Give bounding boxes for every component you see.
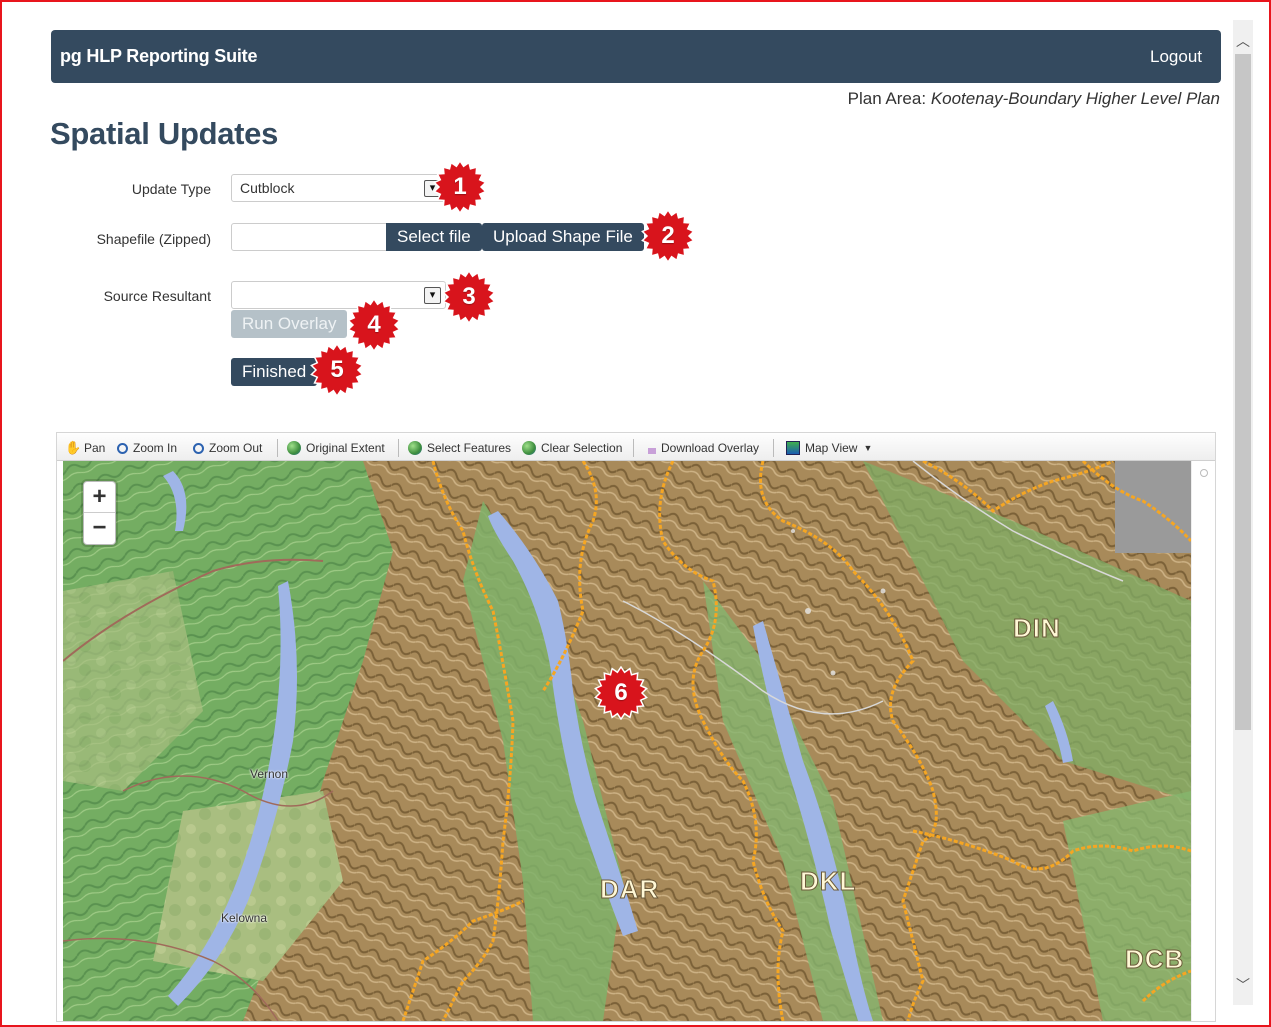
step-badge-3: 3 [442,270,496,324]
clear-selection-label: Clear Selection [541,441,623,455]
toolbar-separator [633,439,634,457]
pan-tool[interactable]: ✋ Pan [65,440,106,456]
globe-icon [522,441,536,455]
shapefile-input[interactable] [231,223,387,251]
region-label-dar: DAR [599,874,660,905]
update-type-select[interactable]: Cutblock ▾ [231,174,446,202]
original-extent-tool[interactable]: Original Extent [287,441,385,455]
zoom-out-tool[interactable]: Zoom Out [193,441,262,455]
navbar: pg HLP Reporting Suite Logout [51,30,1221,83]
map-canvas[interactable]: + − DIN DAR DKL DCB Vernon Kelowna 6 [63,461,1191,1021]
region-label-din: DIN [1013,613,1061,644]
city-label-vernon: Vernon [250,767,289,781]
select-features-label: Select Features [427,441,512,455]
map-zoom-in-button[interactable]: + [84,482,115,513]
toolbar-separator [277,439,278,457]
terrain-layer [63,461,1191,1021]
download-overlay-tool[interactable]: Download Overlay [648,441,759,455]
map-zoom-out-button[interactable]: − [84,513,115,544]
page-title: Spatial Updates [50,116,279,151]
upload-shape-file-button[interactable]: Upload Shape File [482,223,644,251]
source-resultant-select[interactable]: ▾ [231,281,446,309]
map-view-icon [786,441,800,455]
badge-number: 6 [614,679,628,706]
step-badge-2: 2 [641,209,695,263]
zoom-out-label: Zoom Out [209,441,263,455]
select-features-tool[interactable]: Select Features [408,441,511,455]
download-icon [648,448,656,454]
badge-number: 2 [661,222,675,249]
source-resultant-label: Source Resultant [103,288,211,304]
logout-link[interactable]: Logout [1150,47,1202,67]
zoom-in-label: Zoom In [133,441,178,455]
hand-icon: ✋ [65,440,82,455]
toolbar-separator [773,439,774,457]
globe-icon [287,441,301,455]
scroll-indicator-icon [1200,469,1208,477]
update-type-label: Update Type [131,181,211,197]
map-view-dropdown[interactable]: Map View ▼ [786,441,872,455]
region-label-dkl: DKL [799,866,857,897]
clear-selection-tool[interactable]: Clear Selection [522,441,622,455]
zoom-out-icon [193,442,204,454]
chevron-down-icon: ▾ [424,287,441,304]
shapefile-label: Shapefile (Zipped) [96,231,211,247]
brand-title[interactable]: pg HLP Reporting Suite [60,46,257,67]
plan-area: Plan Area: Kootenay-Boundary Higher Leve… [848,89,1220,109]
chevron-down-icon: ▼ [863,443,873,453]
select-file-button[interactable]: Select file [386,223,482,251]
plan-area-label: Plan Area: [847,89,927,108]
page-scrollbar[interactable]: ︿ ﹀ [1233,20,1253,1005]
badge-number: 5 [330,356,344,383]
map-scrollbar[interactable] [1191,461,1213,1021]
original-extent-label: Original Extent [306,441,385,455]
map-view-label: Map View [805,441,858,455]
zoom-in-tool[interactable]: Zoom In [117,441,177,455]
city-label-kelowna: Kelowna [221,911,268,925]
plan-area-value: Kootenay-Boundary Higher Level Plan [930,89,1220,108]
badge-number: 1 [453,173,467,200]
pan-label: Pan [84,441,106,455]
step-badge-5: 5 [310,343,364,397]
step-badge-6: 6 [594,666,648,720]
badge-number: 3 [462,283,476,310]
scroll-down-arrow-icon[interactable]: ﹀ [1236,978,1250,992]
map-zoom-control: + − [83,481,116,545]
download-overlay-label: Download Overlay [661,441,760,455]
toolbar-separator [398,439,399,457]
update-type-value: Cutblock [240,180,295,196]
run-overlay-button[interactable]: Run Overlay [231,310,348,338]
map-toolbar: ✋ Pan Zoom In Zoom Out Original Extent S… [57,433,1215,461]
badge-number: 4 [367,311,381,338]
scroll-up-arrow-icon[interactable]: ︿ [1236,34,1250,48]
zoom-in-icon [117,442,128,454]
finished-button[interactable]: Finished [231,358,318,386]
globe-icon [408,441,422,455]
step-badge-1: 1 [433,160,487,214]
map-panel: ✋ Pan Zoom In Zoom Out Original Extent S… [56,432,1216,1022]
scrollbar-thumb[interactable] [1235,54,1251,730]
region-label-dcb: DCB [1124,944,1185,975]
